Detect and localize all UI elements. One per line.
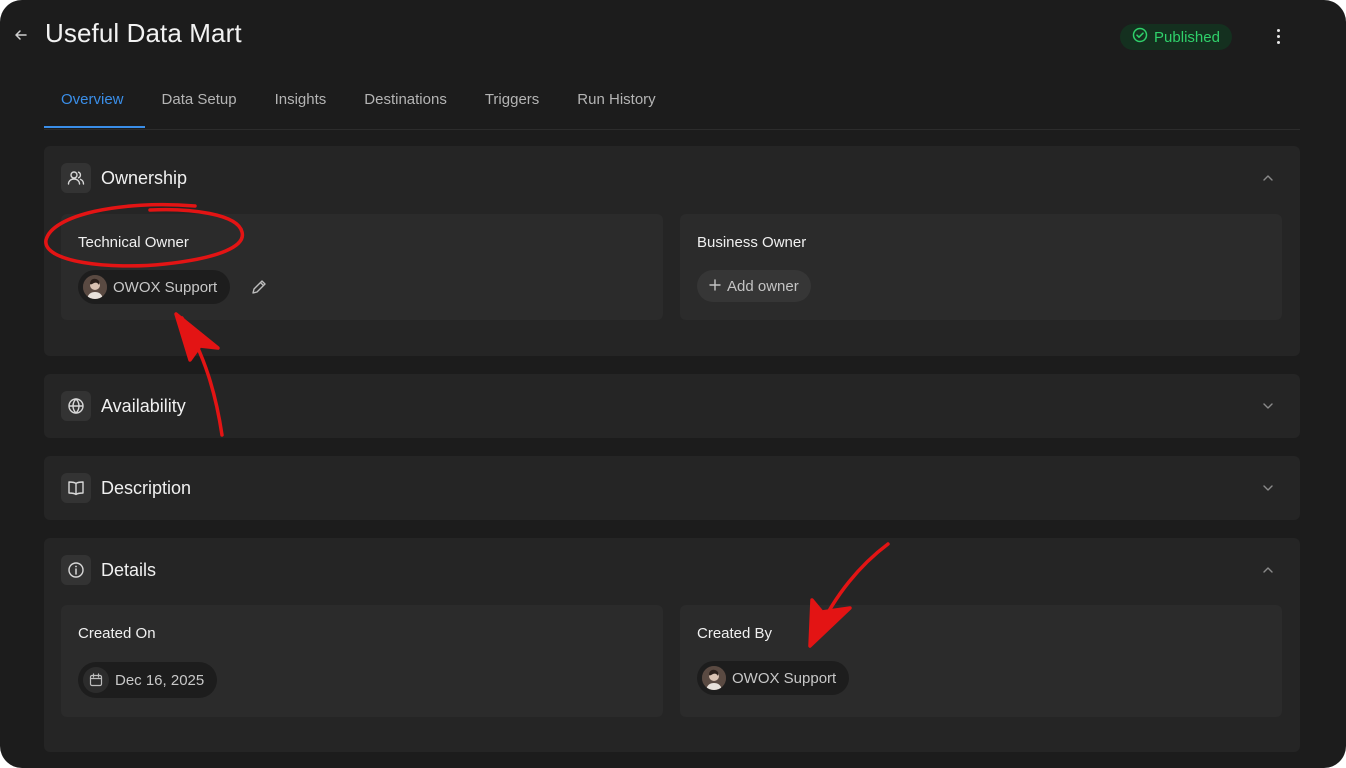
plus-icon	[709, 278, 721, 295]
globe-icon	[61, 391, 91, 421]
technical-owner-label: Technical Owner	[78, 234, 189, 251]
back-arrow-icon[interactable]	[10, 24, 32, 46]
availability-header[interactable]: Availability	[61, 391, 186, 421]
owner-name: OWOX Support	[113, 278, 218, 296]
creator-chip[interactable]: OWOX Support	[697, 661, 850, 695]
details-section: Details Created On Dec 16, 2025 Created …	[44, 538, 1300, 752]
details-header[interactable]: Details	[61, 555, 156, 585]
created-by-card: Created By OWOX Support	[680, 605, 1282, 717]
tab-destinations[interactable]: Destinations	[347, 82, 468, 128]
book-icon	[61, 473, 91, 503]
created-on-card: Created On Dec 16, 2025	[61, 605, 663, 717]
chevron-down-icon[interactable]	[1260, 480, 1276, 496]
description-header[interactable]: Description	[61, 473, 191, 503]
availability-section[interactable]: Availability	[44, 374, 1300, 438]
page-title: Useful Data Mart	[45, 18, 242, 48]
status-badge[interactable]: Published	[1120, 24, 1232, 50]
users-icon	[61, 163, 91, 193]
ownership-section: Ownership Technical Owner OWOX Support B…	[44, 146, 1300, 356]
chevron-down-icon[interactable]	[1260, 398, 1276, 414]
tab-insights[interactable]: Insights	[258, 82, 348, 128]
technical-owner-card: Technical Owner OWOX Support	[61, 214, 663, 320]
chevron-up-icon[interactable]	[1260, 562, 1276, 578]
created-on-value: Dec 16, 2025	[115, 671, 205, 689]
info-icon	[61, 555, 91, 585]
add-owner-button[interactable]: Add owner	[697, 270, 811, 302]
status-label: Published	[1154, 28, 1220, 46]
calendar-icon	[83, 667, 109, 693]
tab-run-history[interactable]: Run History	[560, 82, 676, 128]
section-title: Details	[101, 559, 157, 580]
creator-name: OWOX Support	[732, 669, 837, 687]
section-title: Description	[101, 477, 192, 498]
avatar	[702, 666, 726, 690]
tab-overview[interactable]: Overview	[44, 82, 145, 128]
owner-chip[interactable]: OWOX Support	[78, 270, 231, 304]
tab-bar: Overview Data Setup Insights Destination…	[44, 82, 1300, 130]
section-title: Availability	[101, 395, 186, 416]
ownership-header[interactable]: Ownership	[61, 163, 187, 193]
add-owner-label: Add owner	[727, 277, 799, 295]
app-window: Useful Data Mart Published Overview Data…	[0, 0, 1346, 768]
created-on-label: Created On	[78, 625, 156, 642]
more-options-icon[interactable]	[1266, 24, 1290, 48]
tab-triggers[interactable]: Triggers	[468, 82, 560, 128]
section-title: Ownership	[101, 167, 188, 188]
business-owner-label: Business Owner	[697, 234, 807, 251]
tab-data-setup[interactable]: Data Setup	[145, 82, 258, 128]
avatar	[83, 275, 107, 299]
business-owner-card: Business Owner Add owner	[680, 214, 1282, 320]
chevron-up-icon[interactable]	[1260, 170, 1276, 186]
description-section[interactable]: Description	[44, 456, 1300, 520]
pencil-icon[interactable]	[248, 276, 270, 298]
check-circle-icon	[1132, 27, 1148, 47]
created-by-label: Created By	[697, 625, 773, 642]
date-chip: Dec 16, 2025	[78, 662, 218, 698]
